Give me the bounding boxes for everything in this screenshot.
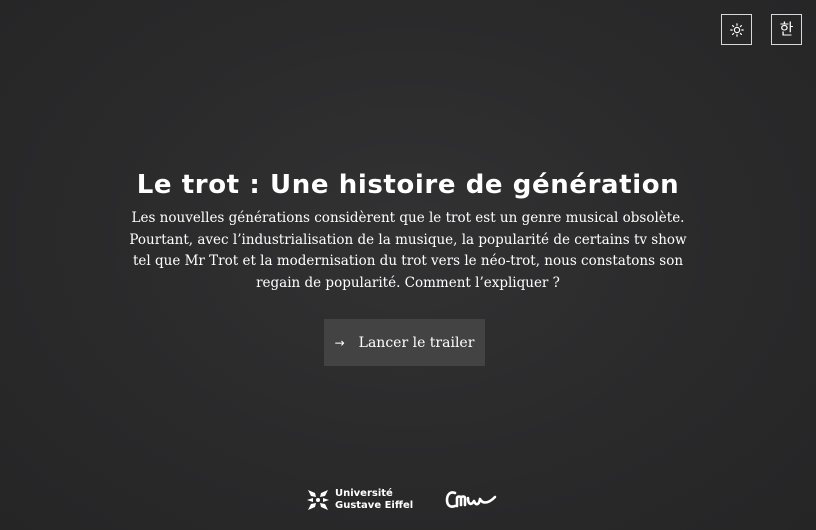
- university-name-line2: Gustave Eiffel: [335, 500, 414, 511]
- language-button[interactable]: 한: [771, 14, 802, 45]
- page-background: 한 Le trot : Une histoire de génération L…: [0, 0, 816, 530]
- hero-description: Les nouvelles générations considèrent qu…: [129, 210, 687, 291]
- language-label: 한: [779, 20, 794, 38]
- cmw-logo: [445, 491, 497, 508]
- page-title: Le trot : Une histoire de génération: [136, 170, 680, 200]
- university-gustave-eiffel-logo: Université Gustave Eiffel: [306, 488, 413, 512]
- top-controls: 한: [721, 14, 802, 45]
- launch-trailer-button[interactable]: → Lancer le trailer: [324, 319, 485, 366]
- arrow-right-icon: →: [334, 335, 345, 350]
- launch-trailer-label: Lancer le trailer: [358, 334, 475, 351]
- university-name-line1: Université: [335, 488, 393, 499]
- university-star-icon: [307, 490, 329, 510]
- hero-section: Le trot : Une histoire de génération Les…: [0, 166, 816, 294]
- sun-icon: [729, 22, 744, 37]
- theme-toggle-button[interactable]: [721, 14, 752, 45]
- footer-logos: Université Gustave Eiffel: [306, 488, 497, 512]
